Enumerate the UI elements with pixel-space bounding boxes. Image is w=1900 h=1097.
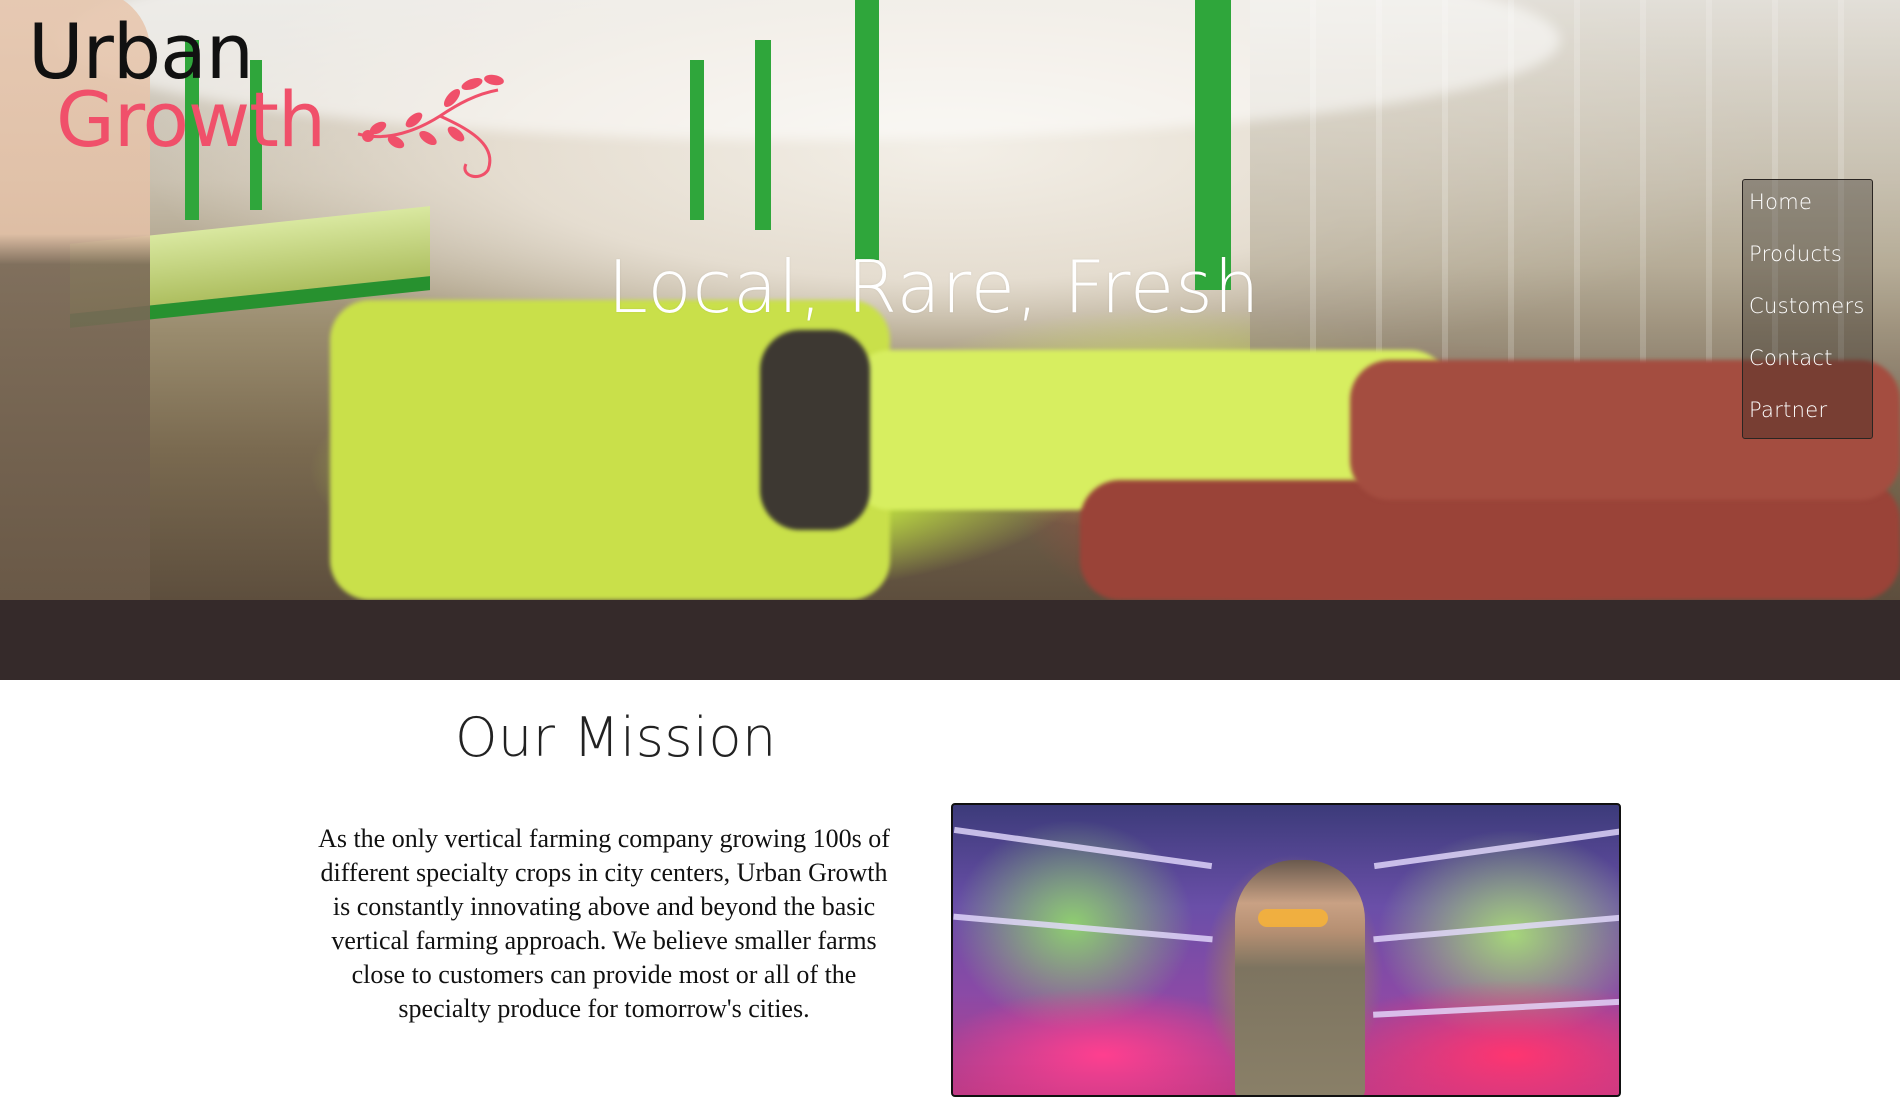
photo-shelf (953, 913, 1213, 943)
nav-item-contact[interactable]: Contact (1749, 346, 1833, 370)
hero-greenhouse-post (855, 0, 879, 260)
photo-shelf (1373, 913, 1619, 943)
nav-item-partner[interactable]: Partner (1749, 398, 1827, 422)
photo-goggles (1258, 909, 1328, 927)
nav-item-customers[interactable]: Customers (1749, 294, 1865, 318)
photo-farmer (1235, 860, 1365, 1095)
hero-greenhouse-post (755, 40, 771, 230)
main-nav: Home Products Customers Contact Partner (1742, 179, 1873, 439)
photo-shelf (1373, 998, 1619, 1018)
divider-band (0, 600, 1900, 680)
mission-photo (951, 803, 1621, 1097)
photo-shelf (953, 826, 1213, 870)
photo-shelf (1373, 826, 1619, 870)
flower-vine-icon (357, 74, 504, 179)
mission-body: As the only vertical farming company gro… (318, 824, 890, 1023)
nav-item-home[interactable]: Home (1749, 190, 1812, 214)
logo-text-growth: Growth (56, 75, 326, 164)
nav-item-products[interactable]: Products (1749, 242, 1842, 266)
mission-heading: Our Mission (455, 706, 777, 769)
hero-walkway (760, 330, 870, 530)
site-logo[interactable]: Urban Growth (28, 10, 504, 180)
hero-title: Local, Rare, Fresh (607, 245, 1261, 329)
hero-greenhouse-post (690, 60, 704, 220)
